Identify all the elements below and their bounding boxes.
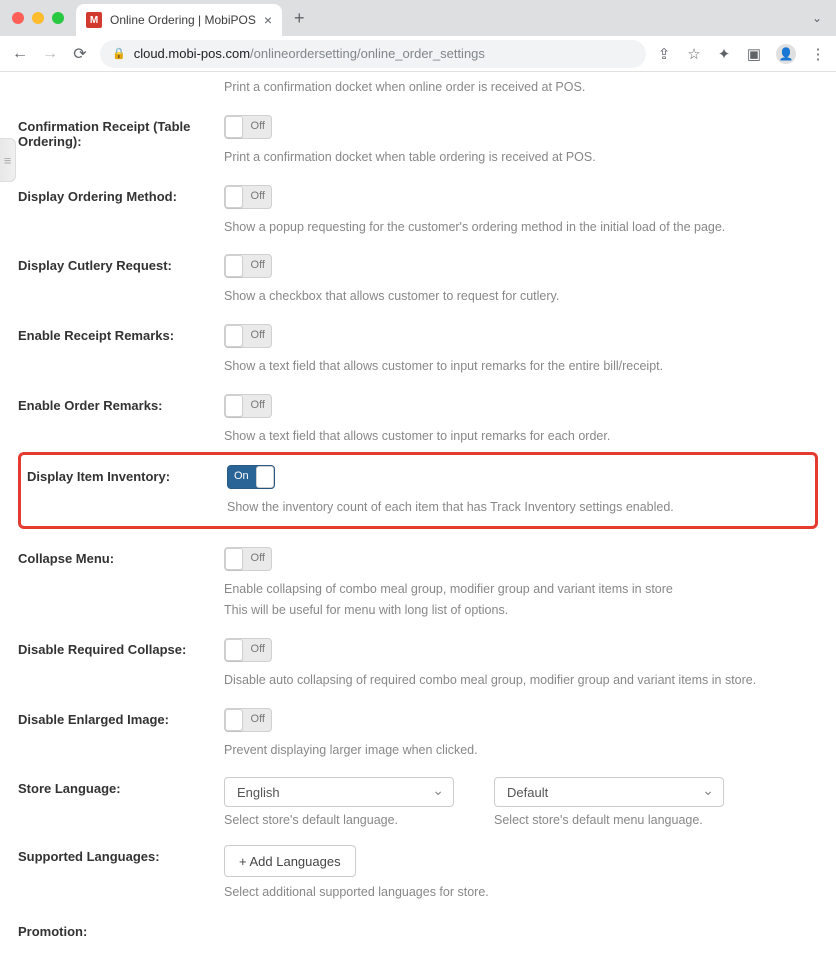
panel-icon[interactable]: ▣ <box>746 46 762 62</box>
display-item-inventory-label: Display Item Inventory: <box>27 465 227 484</box>
display-ordering-method-desc: Show a popup requesting for the customer… <box>224 218 818 237</box>
share-icon[interactable]: ⇪ <box>656 46 672 62</box>
browser-tab[interactable]: M Online Ordering | MobiPOS × <box>76 4 282 36</box>
tab-favicon: M <box>86 12 102 28</box>
browser-tab-bar: M Online Ordering | MobiPOS × + ⌄ <box>0 0 836 36</box>
close-tab-icon[interactable]: × <box>264 12 272 28</box>
address-bar[interactable]: 🔒 cloud.mobi-pos.com/onlineordersetting/… <box>100 40 646 68</box>
bookmark-star-icon[interactable]: ☆ <box>686 46 702 62</box>
disable-enlarged-image-label: Disable Enlarged Image: <box>18 708 224 727</box>
chevron-down-icon[interactable]: ⌄ <box>812 11 822 25</box>
collapse-menu-label: Collapse Menu: <box>18 547 224 566</box>
side-drawer-handle[interactable]: ≡ <box>0 138 16 182</box>
reload-button[interactable]: ⟳ <box>70 44 90 64</box>
lock-icon: 🔒 <box>112 47 126 60</box>
minimize-window-button[interactable] <box>32 12 44 24</box>
profile-avatar-icon[interactable]: 👤 <box>776 44 796 64</box>
url-path: /onlineordersetting/online_order_setting… <box>250 46 485 61</box>
collapse-menu-desc-2: This will be useful for menu with long l… <box>224 601 818 620</box>
display-cutlery-request-label: Display Cutlery Request: <box>18 254 224 273</box>
close-window-button[interactable] <box>12 12 24 24</box>
supported-languages-desc: Select additional supported languages fo… <box>224 883 818 902</box>
enable-order-remarks-label: Enable Order Remarks: <box>18 394 224 413</box>
highlighted-setting: Display Item Inventory: On Show the inve… <box>18 452 818 530</box>
new-tab-button[interactable]: + <box>294 8 305 29</box>
menu-language-select[interactable]: Default <box>494 777 724 807</box>
add-languages-button[interactable]: + Add Languages <box>224 845 356 877</box>
menu-dots-icon[interactable]: ⋮ <box>810 46 826 62</box>
confirmation-receipt-toggle[interactable]: Off <box>224 115 272 139</box>
store-language-desc: Select store's default language. <box>224 813 454 827</box>
collapse-menu-toggle[interactable]: Off <box>224 547 272 571</box>
back-button[interactable]: ← <box>10 44 30 64</box>
display-item-inventory-toggle[interactable]: On <box>227 465 275 489</box>
display-cutlery-request-toggle[interactable]: Off <box>224 254 272 278</box>
forward-button[interactable]: → <box>40 44 60 64</box>
display-ordering-method-toggle[interactable]: Off <box>224 185 272 209</box>
menu-language-desc: Select store's default menu language. <box>494 813 724 827</box>
enable-receipt-remarks-toggle[interactable]: Off <box>224 324 272 348</box>
store-language-label: Store Language: <box>18 777 224 796</box>
prev-setting-desc: Print a confirmation docket when online … <box>224 78 818 97</box>
confirmation-receipt-label: Confirmation Receipt (Table Ordering): <box>18 115 224 149</box>
disable-required-collapse-toggle[interactable]: Off <box>224 638 272 662</box>
enable-order-remarks-toggle[interactable]: Off <box>224 394 272 418</box>
tab-title: Online Ordering | MobiPOS <box>110 13 256 27</box>
browser-toolbar: ← → ⟳ 🔒 cloud.mobi-pos.com/onlineorderse… <box>0 36 836 72</box>
enable-order-remarks-desc: Show a text field that allows customer t… <box>224 427 818 446</box>
maximize-window-button[interactable] <box>52 12 64 24</box>
display-ordering-method-label: Display Ordering Method: <box>18 185 224 204</box>
promotion-label: Promotion: <box>18 920 224 939</box>
enable-receipt-remarks-desc: Show a text field that allows customer t… <box>224 357 818 376</box>
collapse-menu-desc-1: Enable collapsing of combo meal group, m… <box>224 580 818 599</box>
disable-required-collapse-desc: Disable auto collapsing of required comb… <box>224 671 818 690</box>
window-controls <box>12 12 64 24</box>
store-language-select[interactable]: English <box>224 777 454 807</box>
disable-required-collapse-label: Disable Required Collapse: <box>18 638 224 657</box>
disable-enlarged-image-desc: Prevent displaying larger image when cli… <box>224 741 818 760</box>
url-domain: cloud.mobi-pos.com <box>134 46 250 61</box>
display-cutlery-request-desc: Show a checkbox that allows customer to … <box>224 287 818 306</box>
disable-enlarged-image-toggle[interactable]: Off <box>224 708 272 732</box>
display-item-inventory-desc: Show the inventory count of each item th… <box>227 498 809 517</box>
extensions-puzzle-icon[interactable]: ✦ <box>716 46 732 62</box>
settings-page: Print a confirmation docket when online … <box>0 72 836 959</box>
supported-languages-label: Supported Languages: <box>18 845 224 864</box>
confirmation-receipt-desc: Print a confirmation docket when table o… <box>224 148 818 167</box>
enable-receipt-remarks-label: Enable Receipt Remarks: <box>18 324 224 343</box>
